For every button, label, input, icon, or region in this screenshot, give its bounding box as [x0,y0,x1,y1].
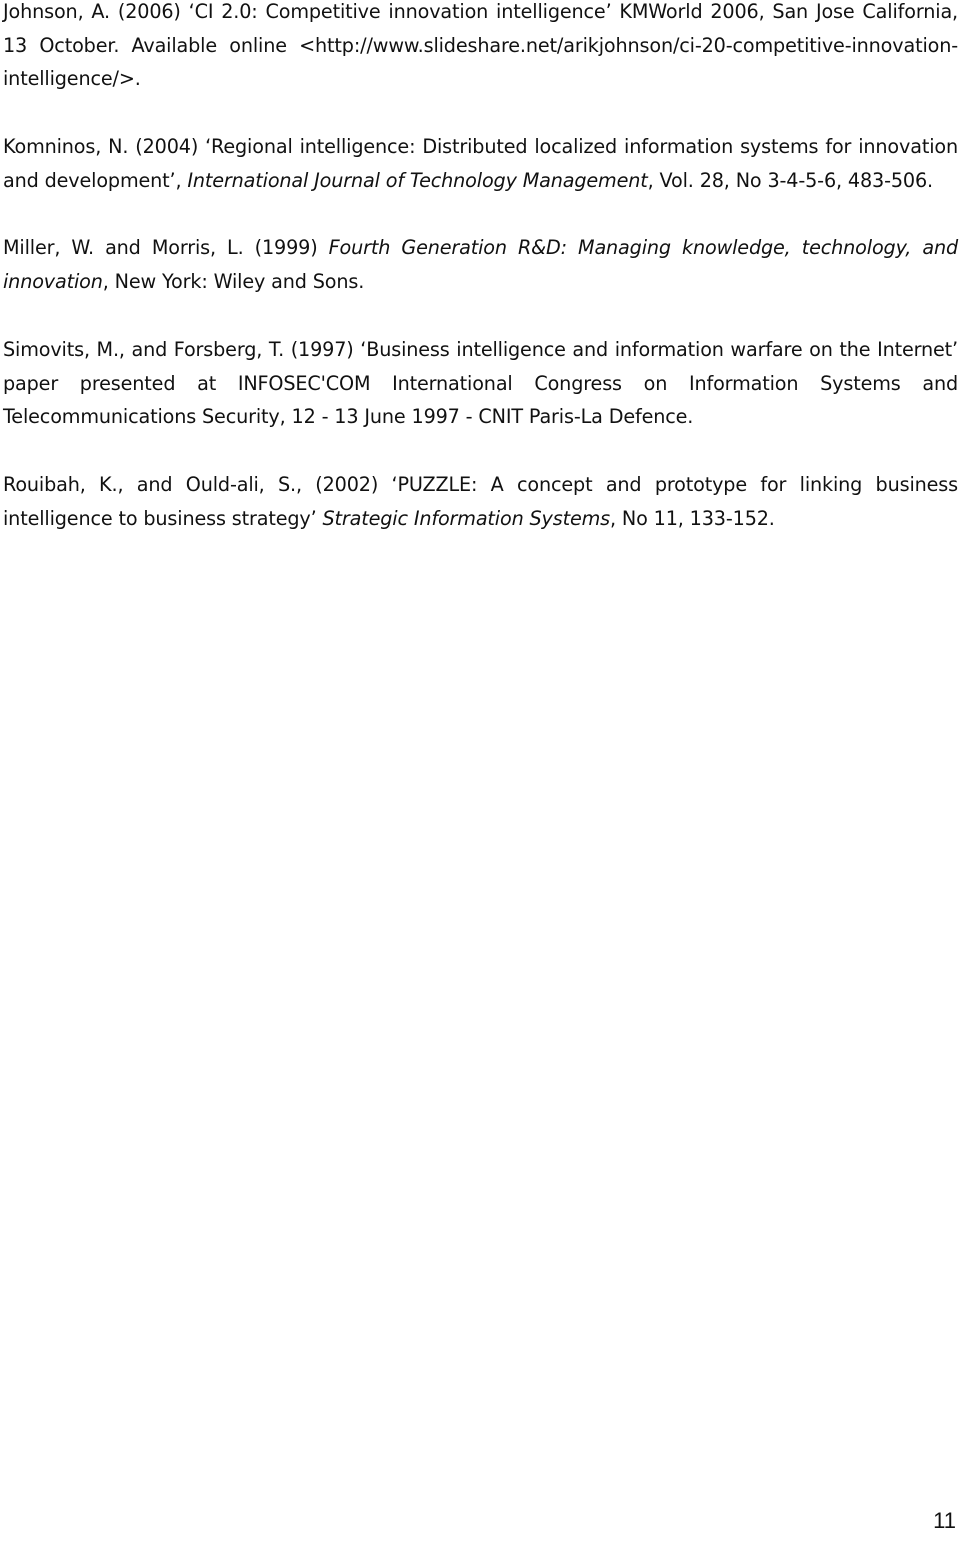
journal-title: International Journal of Technology Mana… [187,168,648,192]
reference-simovits-1997: Simovits, M., and Forsberg, T. (1997) ‘B… [3,333,958,434]
reference-text: , New York: Wiley and Sons. [102,269,365,293]
reference-text: , No 11, 133-152. [610,506,775,530]
reference-text: , Vol. 28, No 3-4-5-6, 483-506. [647,168,933,192]
reference-text: Johnson, A. (2006) ‘CI 2.0: Competitive … [3,0,958,91]
reference-miller-1999: Miller, W. and Morris, L. (1999) Fourth … [3,231,958,298]
reference-komninos-2004: Komninos, N. (2004) ‘Regional intelligen… [3,130,958,197]
page-number: 11 [933,1508,956,1533]
reference-rouibah-2002: Rouibah, K., and Ould-ali, S., (2002) ‘P… [3,468,958,535]
reference-johnson-2006: Johnson, A. (2006) ‘CI 2.0: Competitive … [3,0,958,96]
journal-title: Strategic Information Systems [322,506,611,530]
reference-text: Simovits, M., and Forsberg, T. (1997) ‘B… [3,338,958,429]
reference-text: Miller, W. and Morris, L. (1999) [3,236,329,259]
